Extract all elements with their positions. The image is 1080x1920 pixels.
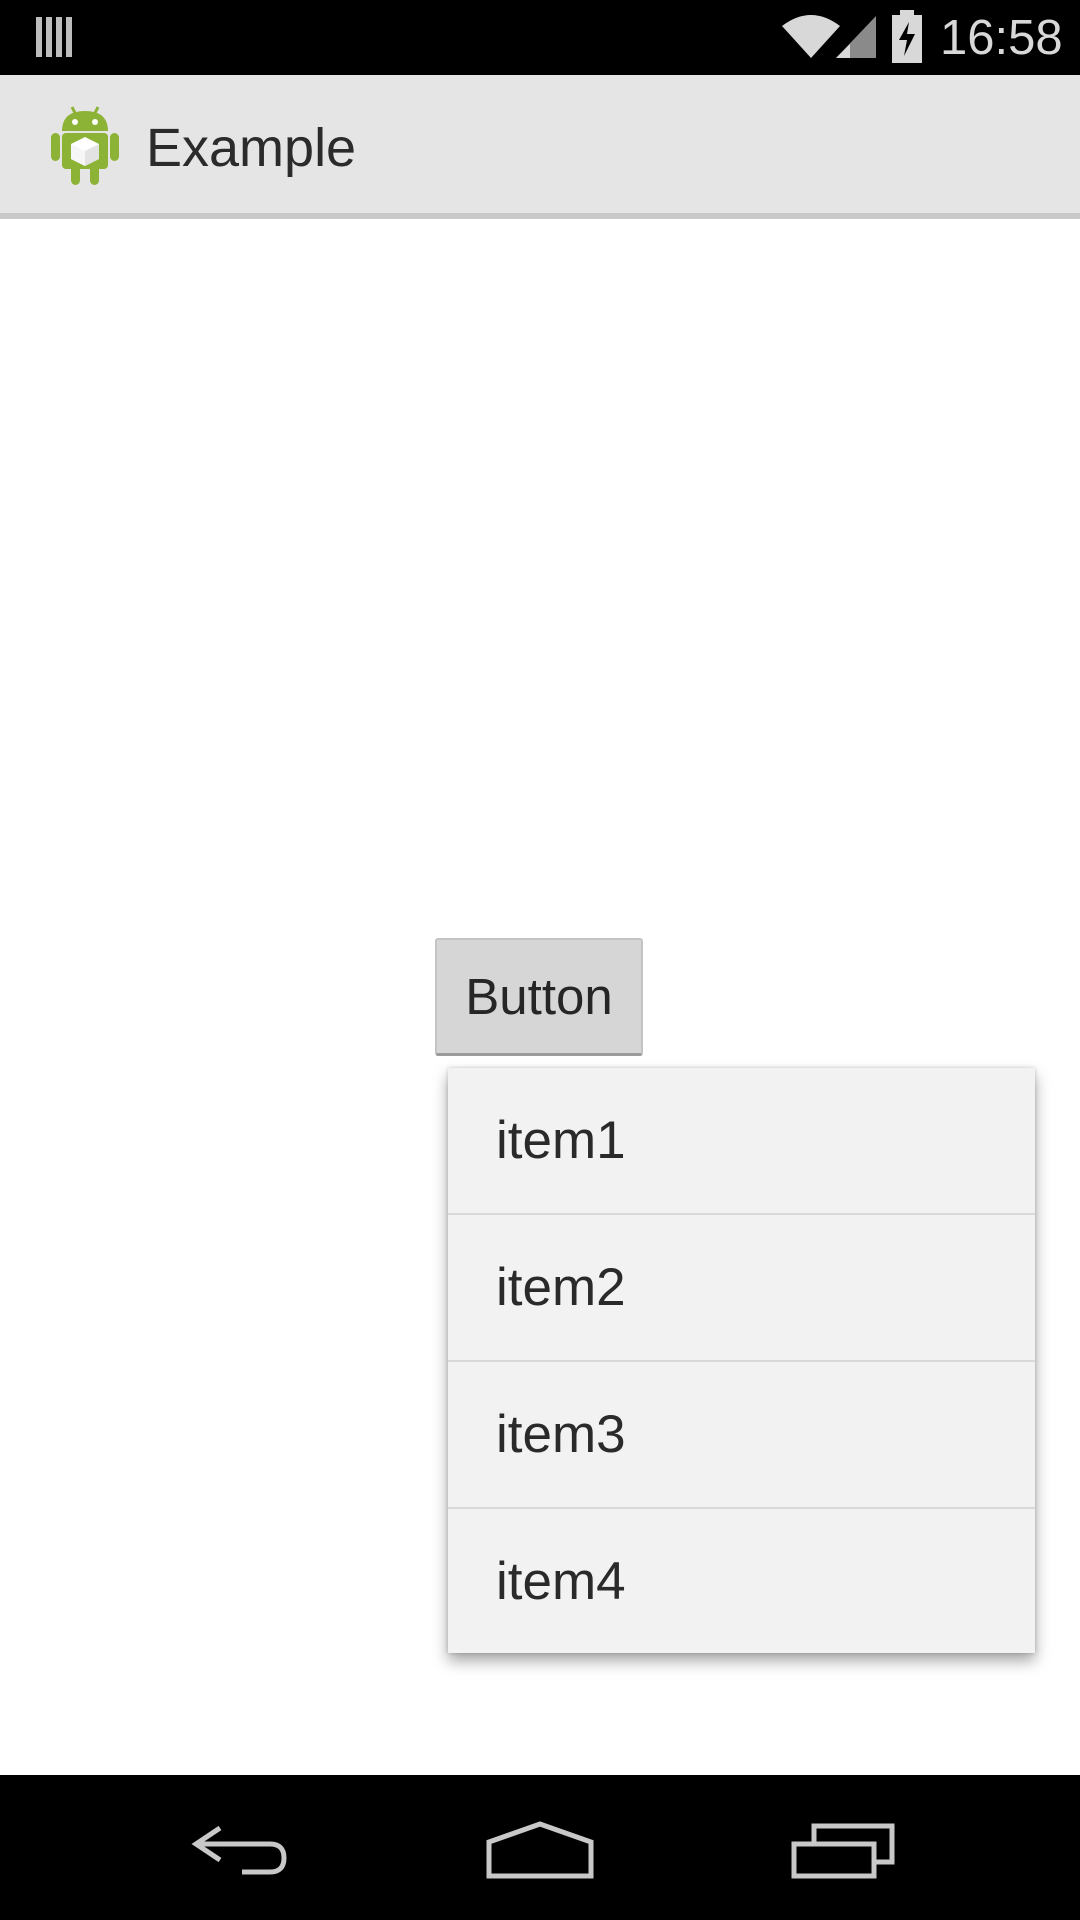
popup-menu: item1 item2 item3 item4: [448, 1068, 1035, 1653]
menu-item-2[interactable]: item2: [448, 1215, 1035, 1361]
wifi-icon: [782, 15, 840, 58]
signal-icon: [836, 16, 876, 58]
menu-item-1[interactable]: item1: [448, 1068, 1035, 1214]
menu-item-3[interactable]: item3: [448, 1362, 1035, 1508]
battery-charging-icon: [892, 10, 922, 63]
app-title: Example: [146, 118, 357, 178]
android-app-icon[interactable]: [48, 105, 122, 187]
status-time: 16:58: [940, 11, 1063, 65]
main-button[interactable]: Button: [435, 938, 643, 1056]
screen: 16:58 Example Button item1 item2 item3 i…: [0, 0, 1080, 1920]
notification-icon: [36, 17, 72, 57]
back-icon[interactable]: [190, 1822, 290, 1878]
menu-item-4[interactable]: item4: [448, 1509, 1035, 1655]
recents-icon[interactable]: [790, 1820, 896, 1880]
home-icon[interactable]: [485, 1820, 595, 1880]
action-bar-divider: [0, 213, 1080, 219]
